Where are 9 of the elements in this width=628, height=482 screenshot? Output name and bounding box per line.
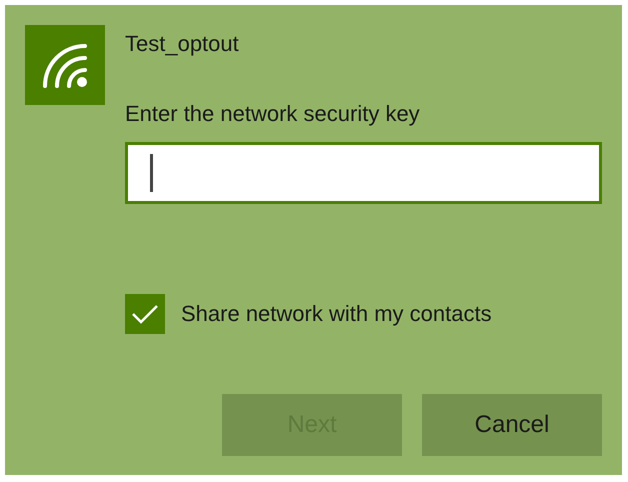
check-icon [131, 304, 159, 324]
wifi-icon [25, 25, 105, 105]
security-key-field[interactable] [125, 142, 602, 204]
text-caret [150, 154, 153, 192]
cancel-button[interactable]: Cancel [422, 394, 602, 456]
checkbox-label: Share network with my contacts [181, 300, 492, 328]
network-name: Test_optout [125, 30, 240, 58]
prompt-label: Enter the network security key [125, 100, 421, 128]
checkbox[interactable] [125, 294, 165, 334]
